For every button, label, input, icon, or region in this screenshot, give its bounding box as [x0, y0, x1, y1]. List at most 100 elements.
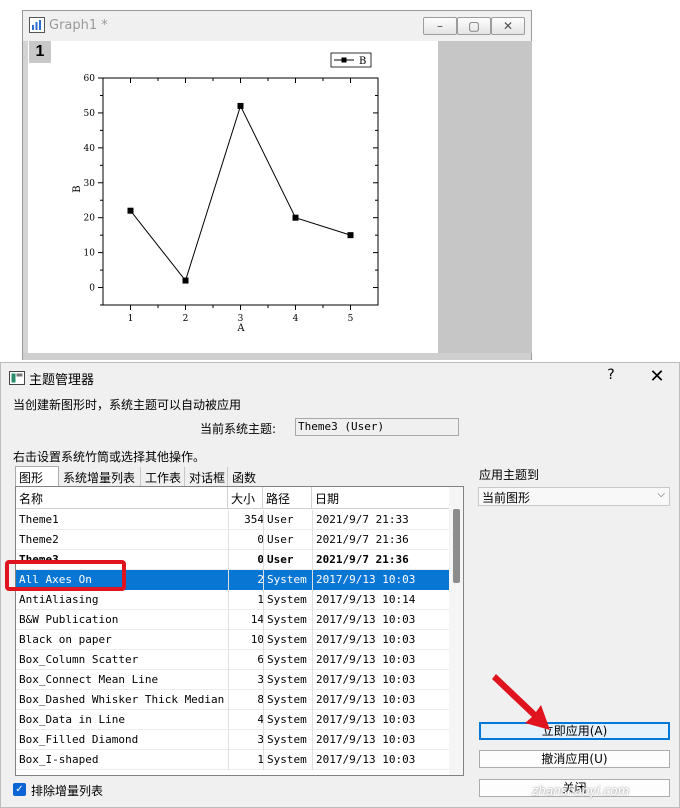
- column-separator: [228, 690, 229, 710]
- apply-to-label: 应用主题到: [479, 468, 540, 482]
- row-size: 3: [257, 733, 264, 746]
- graph-titlebar[interactable]: Graph1 * – ▢ ✕: [23, 11, 531, 41]
- row-name: B&W Publication: [19, 613, 119, 626]
- row-name: Box_Column Scatter: [19, 653, 139, 666]
- series-line: [130, 104, 351, 282]
- row-date: 2017/9/13 10:14: [316, 593, 416, 606]
- scrollbar-thumb[interactable]: [453, 509, 460, 583]
- close-button[interactable]: ✕: [491, 17, 525, 35]
- table-row[interactable]: AntiAliasing 1 System 2017/9/13 10:14: [16, 590, 449, 610]
- table-row[interactable]: B&W Publication 14 System 2017/9/13 10:03: [16, 610, 449, 630]
- row-size: 354: [244, 513, 264, 526]
- table-row[interactable]: Box_Column Scatter 6 System 2017/9/13 10:03: [16, 650, 449, 670]
- info-text: 当创建新图形时，系统主题可以自动被应用: [13, 398, 242, 412]
- table-row[interactable]: Theme2 0 User 2021/9/7 21:36: [16, 530, 449, 550]
- column-separator: [263, 730, 264, 750]
- table-row[interactable]: Theme1 354 User 2021/9/7 21:33: [16, 510, 449, 530]
- row-name: Black on paper: [19, 633, 112, 646]
- row-date: 2017/9/13 10:03: [316, 673, 416, 686]
- graph-app-icon: [29, 17, 45, 33]
- checkmark-icon: ✓: [15, 784, 24, 795]
- legend-label: B: [359, 56, 366, 67]
- row-path: System: [267, 733, 307, 746]
- row-name: AntiAliasing: [19, 593, 99, 606]
- list-scrollbar[interactable]: [449, 487, 463, 775]
- row-size: 10: [250, 633, 264, 646]
- tab-dialog[interactable]: 对话框: [186, 467, 228, 487]
- column-separator: [312, 550, 313, 570]
- theme-manager-icon: [9, 371, 25, 385]
- column-separator: [312, 510, 313, 530]
- column-separator: [263, 610, 264, 630]
- restore-icon: ▢: [468, 19, 480, 33]
- help-button[interactable]: ?: [601, 367, 621, 387]
- y-tick-label: 30: [84, 179, 96, 189]
- column-separator: [263, 510, 264, 530]
- row-size: 1: [257, 593, 264, 606]
- row-size: 2: [257, 573, 264, 586]
- column-separator: [312, 570, 313, 590]
- column-separator: [228, 630, 229, 650]
- line-chart[interactable]: 1 2 3 4 50102030405060 B A B: [28, 41, 438, 353]
- apply-to-dropdown[interactable]: 当前图形 ⌵: [478, 487, 670, 506]
- table-row[interactable]: Box_Filled Diamond 3 System 2017/9/13 10:03: [16, 730, 449, 750]
- layer-badge[interactable]: 1: [29, 41, 51, 63]
- row-date: 2017/9/13 10:03: [316, 753, 416, 766]
- row-date: 2017/9/13 10:03: [316, 653, 416, 666]
- column-separator: [312, 750, 313, 770]
- tab-graph[interactable]: 图形: [15, 466, 59, 487]
- column-separator: [228, 710, 229, 730]
- data-point: [127, 207, 134, 214]
- restore-button[interactable]: ▢: [457, 17, 491, 35]
- x-tick-label: 5: [348, 314, 354, 324]
- column-separator: [263, 690, 264, 710]
- column-separator: [228, 670, 229, 690]
- column-header-size[interactable]: 大小: [228, 487, 263, 509]
- column-separator: [228, 730, 229, 750]
- graph-page[interactable]: 1 2 3 4 5 0 10 20 30 40 50 60 B A B: [28, 41, 438, 353]
- column-separator: [312, 730, 313, 750]
- data-point: [182, 277, 189, 284]
- column-header-date[interactable]: 日期: [312, 487, 449, 509]
- undo-apply-button[interactable]: 撤消应用(U): [479, 750, 670, 768]
- exclude-increment-checkbox[interactable]: ✓: [13, 783, 26, 796]
- chart-ticks: 1 2 3 4 50102030405060: [84, 74, 378, 324]
- tab-function[interactable]: 函数: [229, 467, 269, 487]
- column-separator: [228, 550, 229, 570]
- row-name: Box_I-shaped: [19, 753, 99, 766]
- graph-window: Graph1 * – ▢ ✕ 1 2 3 4 5 0 10 20 30 40 50 60 B A B …: [22, 10, 532, 360]
- row-name: Box_Connect Mean Line: [19, 673, 159, 686]
- row-path: System: [267, 653, 307, 666]
- column-separator: [312, 610, 313, 630]
- row-date: 2021/9/7 21:36: [316, 553, 409, 566]
- column-header-path[interactable]: 路径: [263, 487, 312, 509]
- dialog-close-button[interactable]: ✕: [646, 366, 668, 388]
- table-row[interactable]: Black on paper 10 System 2017/9/13 10:03: [16, 630, 449, 650]
- column-separator: [263, 670, 264, 690]
- list-header: 名称 大小 路径 日期: [16, 487, 449, 509]
- row-path: System: [267, 693, 307, 706]
- column-separator: [228, 510, 229, 530]
- row-size: 0: [257, 533, 264, 546]
- column-header-name[interactable]: 名称: [16, 487, 228, 509]
- column-separator: [228, 610, 229, 630]
- table-row[interactable]: Box_Dashed Whisker Thick Median 8 System 20…: [16, 690, 449, 710]
- arrow-annotation-icon: [492, 674, 550, 730]
- y-axis-label: B: [72, 185, 83, 192]
- row-path: User: [267, 513, 294, 526]
- row-path: System: [267, 633, 307, 646]
- row-date: 2017/9/13 10:03: [316, 573, 416, 586]
- chevron-down-icon: ⌵: [657, 489, 665, 500]
- tab-system-increment-list[interactable]: 系统增量列表: [60, 467, 141, 487]
- column-separator: [312, 670, 313, 690]
- row-date: 2021/9/7 21:33: [316, 513, 409, 526]
- tab-worksheet[interactable]: 工作表: [142, 467, 185, 487]
- theme-list[interactable]: 名称 大小 路径 日期 Theme1 354 User 2021/9/7 21:33 T…: [15, 486, 464, 776]
- column-separator: [263, 630, 264, 650]
- table-row[interactable]: Box_Data in Line 4 System 2017/9/13 10:03: [16, 710, 449, 730]
- minimize-button[interactable]: –: [423, 17, 457, 35]
- x-tick-label: 1: [128, 314, 134, 324]
- table-row[interactable]: Box_I-shaped 1 System 2017/9/13 10:03: [16, 750, 449, 770]
- table-row[interactable]: Box_Connect Mean Line 3 System 2017/9/13 10…: [16, 670, 449, 690]
- graph-page-margin: [438, 41, 532, 353]
